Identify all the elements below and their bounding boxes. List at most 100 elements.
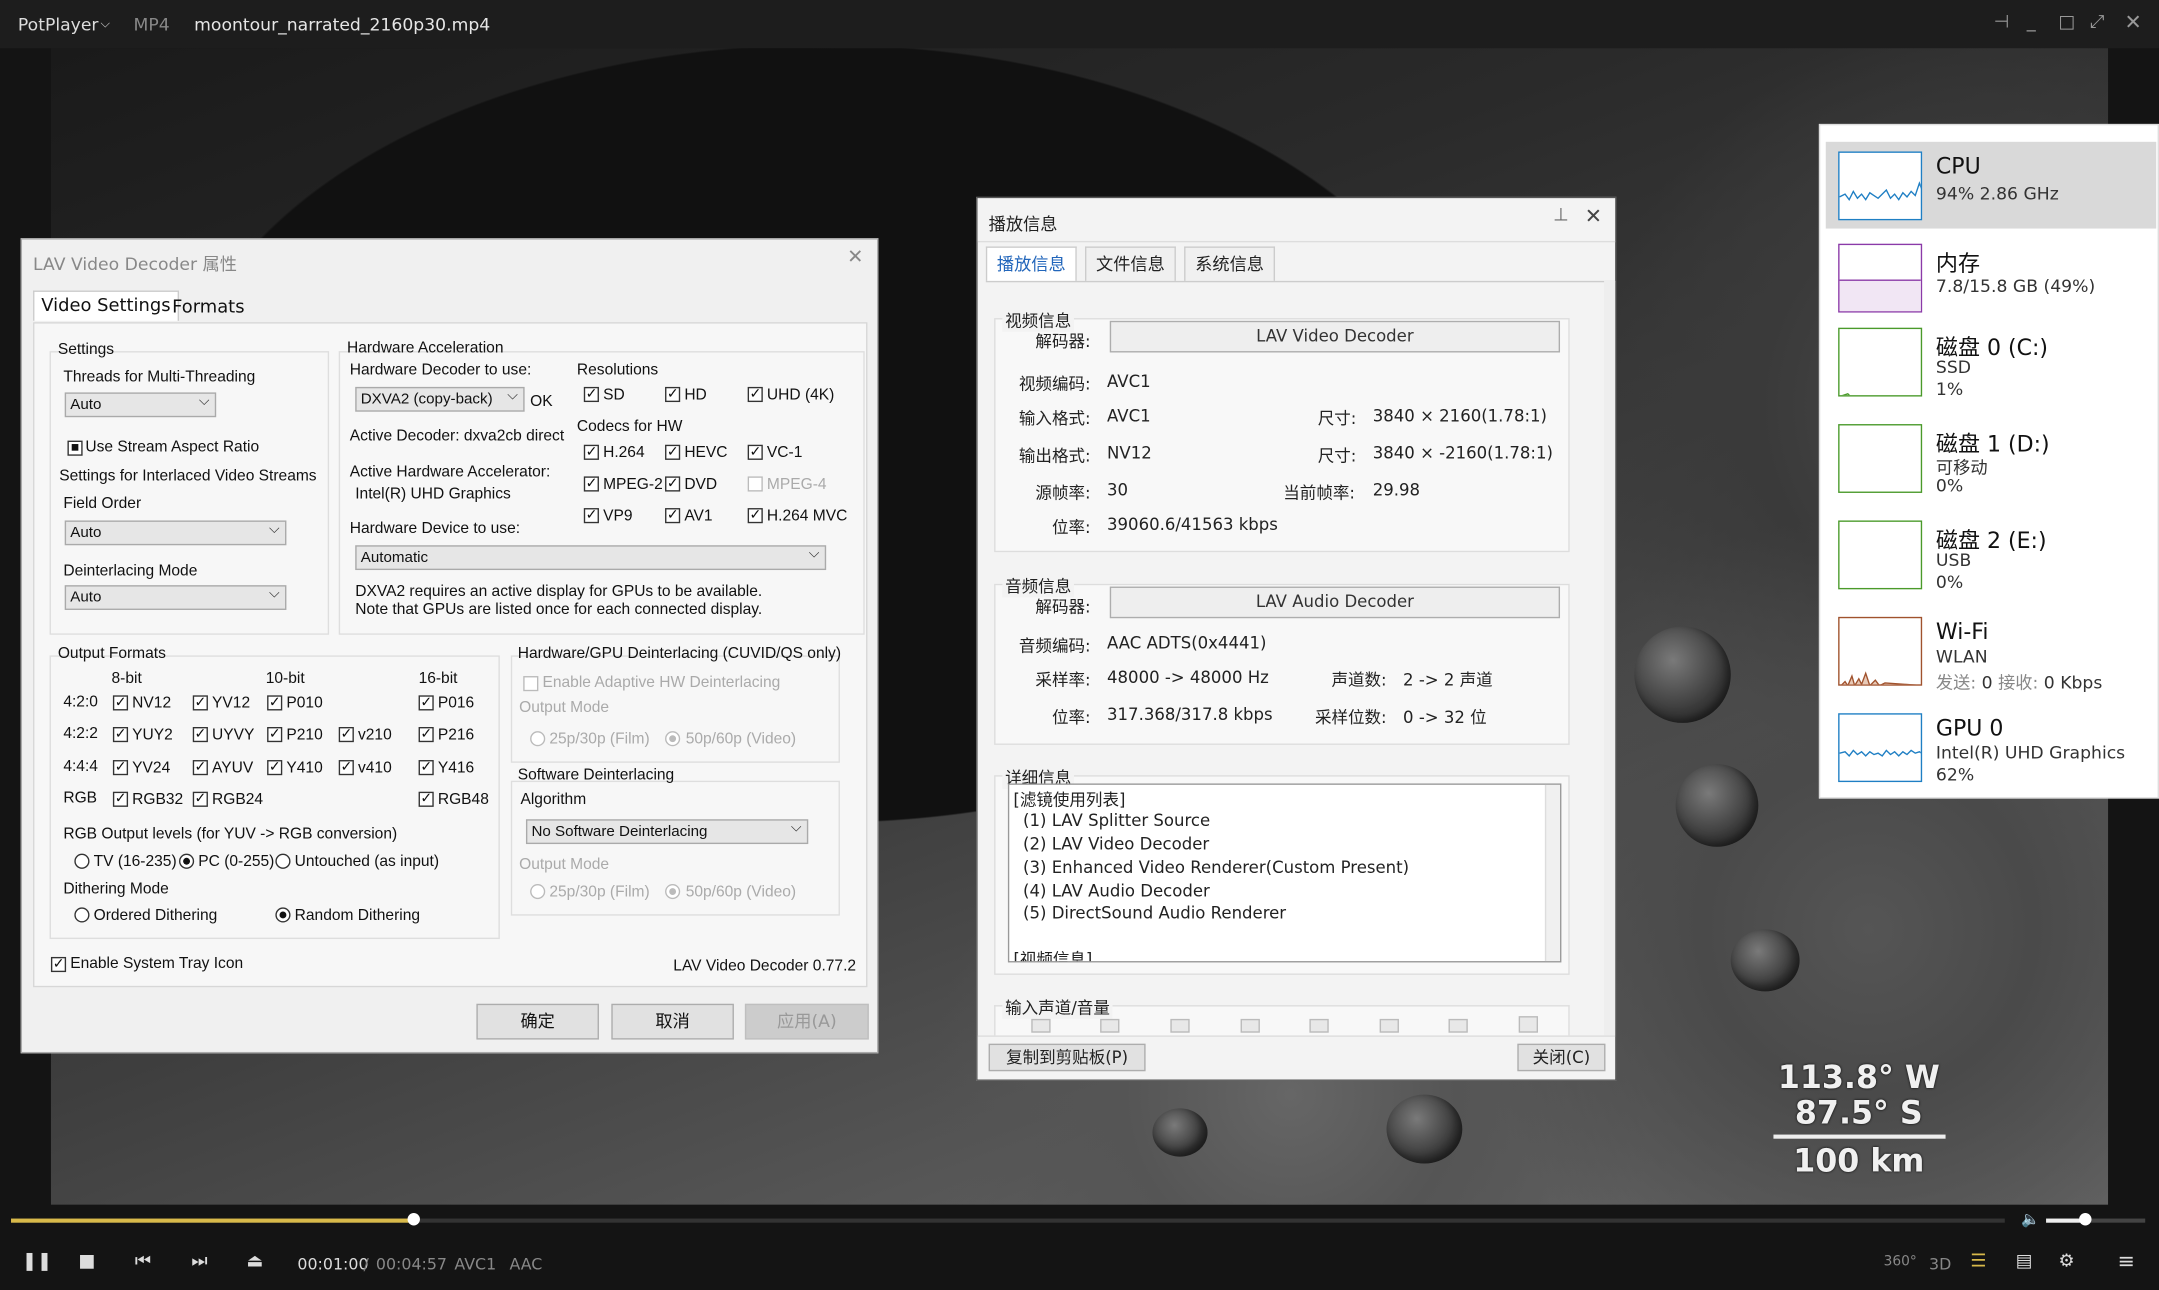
volume-icon[interactable]: 🔈 [2021, 1210, 2040, 1228]
aspect-checkbox[interactable]: ■ [67, 440, 83, 456]
fmt-p210-checkbox[interactable]: ✓ [267, 727, 283, 743]
apply-button[interactable]: 应用(A) [744, 1003, 869, 1040]
close-icon[interactable]: ✕ [847, 245, 863, 268]
codec-hevc-checkbox[interactable]: ✓ [665, 444, 681, 460]
close-button[interactable]: 关闭(C) [1517, 1043, 1606, 1072]
crater [1675, 764, 1759, 847]
fmt-yv12-checkbox[interactable]: ✓ [192, 695, 208, 711]
tab-video-settings[interactable]: Video Settings [33, 290, 179, 321]
pin-icon[interactable]: ⊣ [1994, 12, 2010, 33]
previous-icon[interactable]: ⏮ [135, 1252, 151, 1273]
hw-device-select[interactable]: Automatic [355, 544, 827, 571]
threads-select[interactable]: Auto [64, 391, 217, 418]
playback-info-icon[interactable]: ☰ [1970, 1252, 1986, 1273]
sw-video-radio[interactable] [665, 883, 681, 900]
menu-icon[interactable]: ≡ [2118, 1249, 2135, 1274]
close-icon[interactable]: ✕ [2125, 10, 2142, 35]
codec-vc1-checkbox[interactable]: ✓ [747, 444, 763, 460]
fmt-y416-checkbox[interactable]: ✓ [418, 760, 434, 776]
fmt-y410-checkbox[interactable]: ✓ [267, 760, 283, 776]
field-label: 视频编码: [1018, 374, 1091, 394]
tm-item-gpu[interactable]: GPU 0 Intel(R) UHD Graphics 62% [1826, 704, 2156, 791]
video-codec-badge[interactable]: AVC1 [454, 1254, 496, 1273]
ordered-dither-radio[interactable] [74, 907, 90, 923]
pause-icon[interactable]: ❚❚ [22, 1252, 52, 1273]
fmt-nv12-checkbox[interactable]: ✓ [112, 695, 129, 711]
fullscreen-icon[interactable]: ⤢ [2090, 12, 2104, 33]
fmt-rgb24-checkbox[interactable]: ✓ [192, 791, 208, 807]
detail-textbox[interactable]: [滤镜使用列表] (1) LAV Splitter Source (2) LAV… [1007, 783, 1562, 963]
random-dither-radio[interactable] [275, 907, 291, 923]
fmt-p216-checkbox[interactable]: ✓ [418, 727, 434, 743]
next-icon[interactable]: ⏭ [191, 1252, 207, 1273]
codec-av1-checkbox[interactable]: ✓ [665, 508, 681, 524]
fmt-p010-checkbox[interactable]: ✓ [267, 695, 283, 711]
fmt-yv24-checkbox[interactable]: ✓ [112, 760, 129, 776]
codec-dvd-checkbox[interactable]: ✓ [665, 476, 681, 492]
pin-icon[interactable]: ⊥ [1553, 205, 1569, 226]
codec-mpeg4-checkbox[interactable] [747, 476, 763, 492]
gpu-film-radio[interactable] [530, 731, 546, 747]
audio-decoder-button[interactable]: LAV Audio Decoder [1109, 586, 1561, 619]
field-order-select[interactable]: Auto [64, 519, 287, 546]
3d-button[interactable]: 3D [1929, 1254, 1951, 1273]
eject-icon[interactable]: ⏏ [246, 1252, 263, 1273]
fmt-ayuv-checkbox[interactable]: ✓ [192, 760, 208, 776]
fmt-yuy2-checkbox[interactable]: ✓ [112, 727, 129, 743]
hw-decoder-select[interactable]: DXVA2 (copy-back) [355, 386, 525, 412]
maximize-icon[interactable]: □ [2058, 12, 2075, 33]
seek-bar[interactable] [11, 1218, 2005, 1223]
tab-file-info[interactable]: 文件信息 [1084, 246, 1176, 283]
seek-handle[interactable] [408, 1213, 421, 1226]
algorithm-select[interactable]: No Software Deinterlacing [525, 818, 809, 845]
pc-range-radio[interactable] [178, 853, 195, 869]
scrollbar[interactable] [1604, 280, 1616, 1036]
close-icon[interactable]: ✕ [1585, 204, 1602, 229]
codec-h264-checkbox[interactable]: ✓ [583, 444, 599, 460]
tab-system-info[interactable]: 系统信息 [1184, 246, 1276, 283]
res-sd-checkbox[interactable]: ✓ [583, 386, 599, 403]
copy-clipboard-button[interactable]: 复制到剪贴板(P) [988, 1043, 1146, 1072]
res-hd-checkbox[interactable]: ✓ [665, 386, 681, 403]
chevron-down-icon[interactable]: ⌵ [101, 18, 110, 32]
stop-icon[interactable]: ■ [78, 1252, 95, 1273]
untouched-radio[interactable] [275, 853, 291, 869]
tm-item-disk1[interactable]: 磁盘 1 (D:) 可移动 0% [1826, 414, 2156, 501]
detail-scrollbar[interactable] [1544, 784, 1561, 962]
tm-item-disk2[interactable]: 磁盘 2 (E:) USB 0% [1826, 511, 2156, 598]
tm-item-wifi[interactable]: Wi-Fi WLAN 发送: 0 接收: 0 Kbps [1826, 607, 2156, 694]
fmt-rgb32-checkbox[interactable]: ✓ [112, 791, 129, 807]
video-decoder-button[interactable]: LAV Video Decoder [1109, 320, 1561, 353]
res-uhd-checkbox[interactable]: ✓ [747, 386, 763, 403]
fmt-uyvy-checkbox[interactable]: ✓ [192, 727, 208, 743]
tray-icon-checkbox[interactable]: ✓ [50, 956, 67, 973]
fmt-rgb48-checkbox[interactable]: ✓ [418, 791, 434, 807]
tab-playback-info[interactable]: 播放信息 [985, 246, 1077, 283]
audio-codec-badge[interactable]: AAC [509, 1254, 542, 1273]
adaptive-hw-deint-checkbox[interactable] [523, 676, 539, 692]
fmt-p016-checkbox[interactable]: ✓ [418, 695, 434, 711]
tm-item-disk0[interactable]: 磁盘 0 (C:) SSD 1% [1826, 318, 2156, 405]
codec-mpeg2-checkbox[interactable]: ✓ [583, 476, 599, 492]
volume-handle[interactable] [2079, 1213, 2092, 1226]
gpu-video-radio[interactable] [665, 731, 681, 747]
codec-vp9-checkbox[interactable]: ✓ [583, 508, 599, 524]
codec-h264mvc-checkbox[interactable]: ✓ [747, 508, 763, 524]
app-menu-button[interactable]: PotPlayer [18, 14, 99, 35]
fmt-v210-checkbox[interactable]: ✓ [338, 727, 354, 743]
tm-item-memory[interactable]: 内存 7.8/15.8 GB (49%) [1826, 234, 2156, 321]
sw-film-radio[interactable] [530, 883, 546, 900]
gear-icon[interactable]: ⚙ [2058, 1252, 2074, 1273]
minimize-icon[interactable]: _ [2027, 12, 2036, 33]
fmt-v410-checkbox[interactable]: ✓ [338, 760, 354, 776]
deint-mode-select[interactable]: Auto [64, 584, 287, 610]
ok-button[interactable]: 确定 [476, 1003, 599, 1040]
tab-formats[interactable]: Formats [165, 293, 251, 322]
vr-360-button[interactable]: 360° [1884, 1254, 1917, 1269]
tv-range-radio[interactable] [74, 853, 90, 869]
playlist-icon[interactable]: ▤ [2016, 1252, 2033, 1273]
volume-slider[interactable] [2046, 1218, 2146, 1223]
channel-meter [1031, 1018, 1051, 1033]
tm-item-cpu[interactable]: CPU 94% 2.86 GHz [1825, 141, 2157, 229]
cancel-button[interactable]: 取消 [611, 1003, 734, 1040]
